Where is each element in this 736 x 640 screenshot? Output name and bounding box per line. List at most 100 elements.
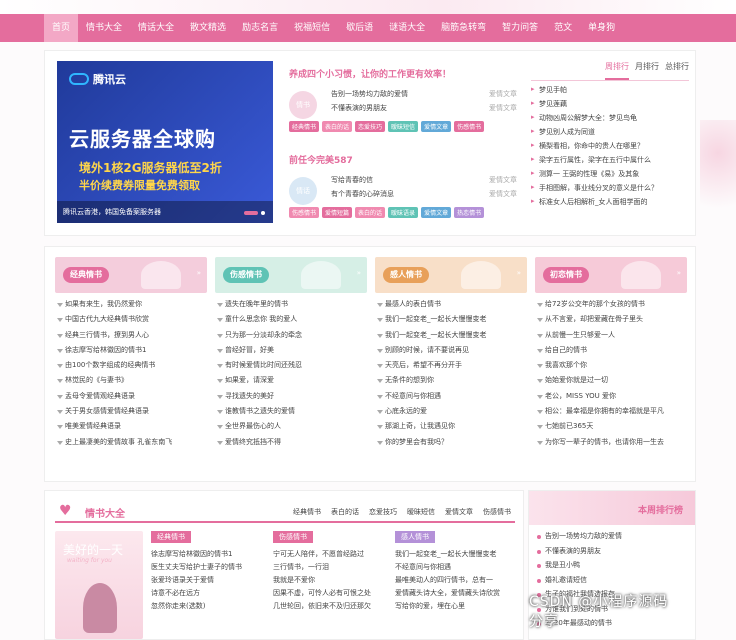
article-title[interactable]: 养成四个小习惯，让你的工作更有效率！: [289, 67, 517, 83]
more-link[interactable]: »: [677, 269, 681, 277]
list-item[interactable]: 唯美爱情经典语录: [55, 421, 207, 436]
list-item[interactable]: 谁教情书之遗失的爱情: [215, 406, 367, 421]
list-item[interactable]: 中国古代九大经典情书欣赏: [55, 314, 207, 329]
list-item[interactable]: 林觉民的《与妻书》: [55, 375, 207, 390]
list-item[interactable]: 史上最凄美的爱情故事 孔雀东南飞: [55, 437, 207, 452]
section-category-link[interactable]: 伤感情书: [483, 507, 511, 517]
list-item[interactable]: 徐志摩写给林徽因的情书1: [55, 345, 207, 360]
section-category-link[interactable]: 经典情书: [293, 507, 321, 517]
list-item[interactable]: 医生丈夫写给护士妻子的情书: [151, 562, 263, 575]
tag-link[interactable]: 恋爱技巧: [355, 121, 386, 132]
list-item[interactable]: 爱情藏头诗大全，爱情藏头诗欣赏: [395, 588, 507, 601]
article-line[interactable]: 告别一场势均力敌的爱情 爱情文章: [331, 89, 517, 103]
list-label[interactable]: 感人情书: [395, 531, 435, 543]
article-line-text[interactable]: 告别一场势均力敌的爱情: [331, 89, 408, 103]
list-item[interactable]: 始始爱你就是过一切: [535, 375, 687, 390]
weekly-item[interactable]: 告别一场势均力敌的爱情: [529, 531, 695, 546]
section-category-link[interactable]: 爱情文章: [445, 507, 473, 517]
list-item[interactable]: 你的梦里会有我吗？: [375, 437, 527, 452]
list-item[interactable]: 如果爱，请深爱: [215, 375, 367, 390]
list-item[interactable]: 爱情终究抵挡不得: [215, 437, 367, 452]
ranking-item[interactable]: 梦见手帕: [531, 85, 689, 99]
list-item[interactable]: 全世界最伤心的人: [215, 421, 367, 436]
section-category-link[interactable]: 恋爱技巧: [369, 507, 397, 517]
list-item[interactable]: 由100个数字组成的经典情书: [55, 360, 207, 375]
list-item[interactable]: 最感人的表白情书: [375, 299, 527, 314]
list-item[interactable]: 心底永远的爱: [375, 406, 527, 421]
list-item[interactable]: 我喜欢那个你: [535, 360, 687, 375]
weekly-item[interactable]: 婚礼邀请短信: [529, 575, 695, 590]
section-category-link[interactable]: 表白的话: [331, 507, 359, 517]
article-line[interactable]: 写给青春的信 爱情文章: [331, 175, 517, 189]
list-item[interactable]: 天亮后，希望不再分开手: [375, 360, 527, 375]
list-item[interactable]: 我们一起变老_一起长大慢慢变老: [375, 314, 527, 329]
list-item[interactable]: 我们一起变老_一起长大慢慢变老: [375, 330, 527, 345]
list-item[interactable]: 因果不虚，可怜人必有可恨之处: [273, 588, 385, 601]
list-item[interactable]: 忽然你走来(选数): [151, 601, 263, 614]
list-item[interactable]: 无条件的想到你: [375, 375, 527, 390]
tag-link[interactable]: 表白的话: [355, 207, 386, 218]
article-title[interactable]: 前任今完美587: [289, 153, 517, 169]
list-item[interactable]: 只为那一分淡却永的牵念: [215, 330, 367, 345]
list-item[interactable]: 我就是不爱你: [273, 575, 385, 588]
list-item[interactable]: 宁可无人陪伴，不愿曾经路过: [273, 549, 385, 562]
ranking-item[interactable]: 梁字五行属性，梁字在五行中属什么: [531, 155, 689, 169]
tag-link[interactable]: 热恋情书: [454, 207, 485, 218]
tag-link[interactable]: 爱情文章: [421, 121, 452, 132]
nav-love-words[interactable]: 情话大全: [130, 14, 182, 42]
list-item[interactable]: 诗意不必在远方: [151, 588, 263, 601]
list-label[interactable]: 伤感情书: [273, 531, 313, 543]
tab-total[interactable]: 总排行: [665, 61, 689, 80]
nav-essays-samples[interactable]: 范文: [546, 14, 580, 42]
carousel-dot[interactable]: [261, 211, 265, 215]
column-badge[interactable]: 经典情书: [63, 267, 109, 283]
section-title[interactable]: 情书大全: [85, 505, 125, 520]
nav-riddles[interactable]: 谜语大全: [381, 14, 433, 42]
nav-singles[interactable]: 单身狗: [580, 14, 623, 42]
list-item[interactable]: 如果有来生，我仍然爱你: [55, 299, 207, 314]
list-item[interactable]: 寻找遗失的美好: [215, 391, 367, 406]
tag-link[interactable]: 暧昧语录: [388, 207, 419, 218]
list-item[interactable]: 老公，MISS YOU 爱你: [535, 391, 687, 406]
ranking-item[interactable]: 梦见别人成为同道: [531, 127, 689, 141]
list-item[interactable]: 相公：最幸福是你拥有的幸福就是平凡: [535, 406, 687, 421]
tag-link[interactable]: 爱情文章: [421, 207, 452, 218]
list-item[interactable]: 有时候爱情比时间还残忍: [215, 360, 367, 375]
article-line[interactable]: 有个青春的心碎消息 爱情文章: [331, 189, 517, 203]
list-item[interactable]: 写给你的爱，埋在心里: [395, 601, 507, 614]
list-item[interactable]: 从不言爱，却把爱藏在骨子里头: [535, 314, 687, 329]
article-line-text[interactable]: 写给青春的信: [331, 175, 373, 189]
list-item[interactable]: 给自己的情书: [535, 345, 687, 360]
article-line[interactable]: 不懂表演的男朋友 爱情文章: [331, 103, 517, 117]
weekly-item[interactable]: 我是丑小鸭: [529, 560, 695, 575]
list-item[interactable]: 徐志摩写给林徽因的情书1: [151, 549, 263, 562]
carousel-dots[interactable]: [244, 211, 265, 215]
column-badge[interactable]: 初恋情书: [543, 267, 589, 283]
list-item[interactable]: 张爱玲语录关于爱情: [151, 575, 263, 588]
tab-weekly[interactable]: 周排行: [605, 61, 629, 80]
nav-love-letters[interactable]: 情书大全: [78, 14, 130, 42]
tag-link[interactable]: 伤感情书: [289, 207, 320, 218]
tab-monthly[interactable]: 月排行: [635, 61, 659, 80]
tag-link[interactable]: 伤感情书: [454, 121, 485, 132]
ad-banner[interactable]: 腾讯云 云服务器全球购 境外1核2G服务器低至2折 半价续费券限量免费领取 腾讯…: [57, 61, 273, 223]
list-item[interactable]: 遗失在晚年里的情书: [215, 299, 367, 314]
carousel-dot-active[interactable]: [244, 211, 258, 215]
more-link[interactable]: »: [357, 269, 361, 277]
nav-quotes[interactable]: 励志名言: [234, 14, 286, 42]
more-link[interactable]: »: [197, 269, 201, 277]
tag-link[interactable]: 爱情短篇: [322, 207, 353, 218]
tag-link[interactable]: 表白的话: [322, 121, 353, 132]
list-label[interactable]: 经典情书: [151, 531, 191, 543]
weekly-item[interactable]: 不懂表演的男朋友: [529, 546, 695, 561]
list-item[interactable]: 不经意间与你相遇: [375, 391, 527, 406]
list-item[interactable]: 为你写一辈子的情书，也请你用一生去: [535, 437, 687, 452]
list-item[interactable]: 给72岁公交年的那个女孩的情书: [535, 299, 687, 314]
list-item[interactable]: 别顾的时候，请不要说再见: [375, 345, 527, 360]
article-line-text[interactable]: 有个青春的心碎消息: [331, 189, 394, 203]
tag-link[interactable]: 暧昧短信: [388, 121, 419, 132]
list-item[interactable]: 几世轮回，依旧来不及归还那欠: [273, 601, 385, 614]
ranking-item[interactable]: 标准女人后相解析_女人面相学面的: [531, 197, 689, 211]
list-item[interactable]: 不经意间与你相遇: [395, 562, 507, 575]
section-category-link[interactable]: 暧昧短信: [407, 507, 435, 517]
